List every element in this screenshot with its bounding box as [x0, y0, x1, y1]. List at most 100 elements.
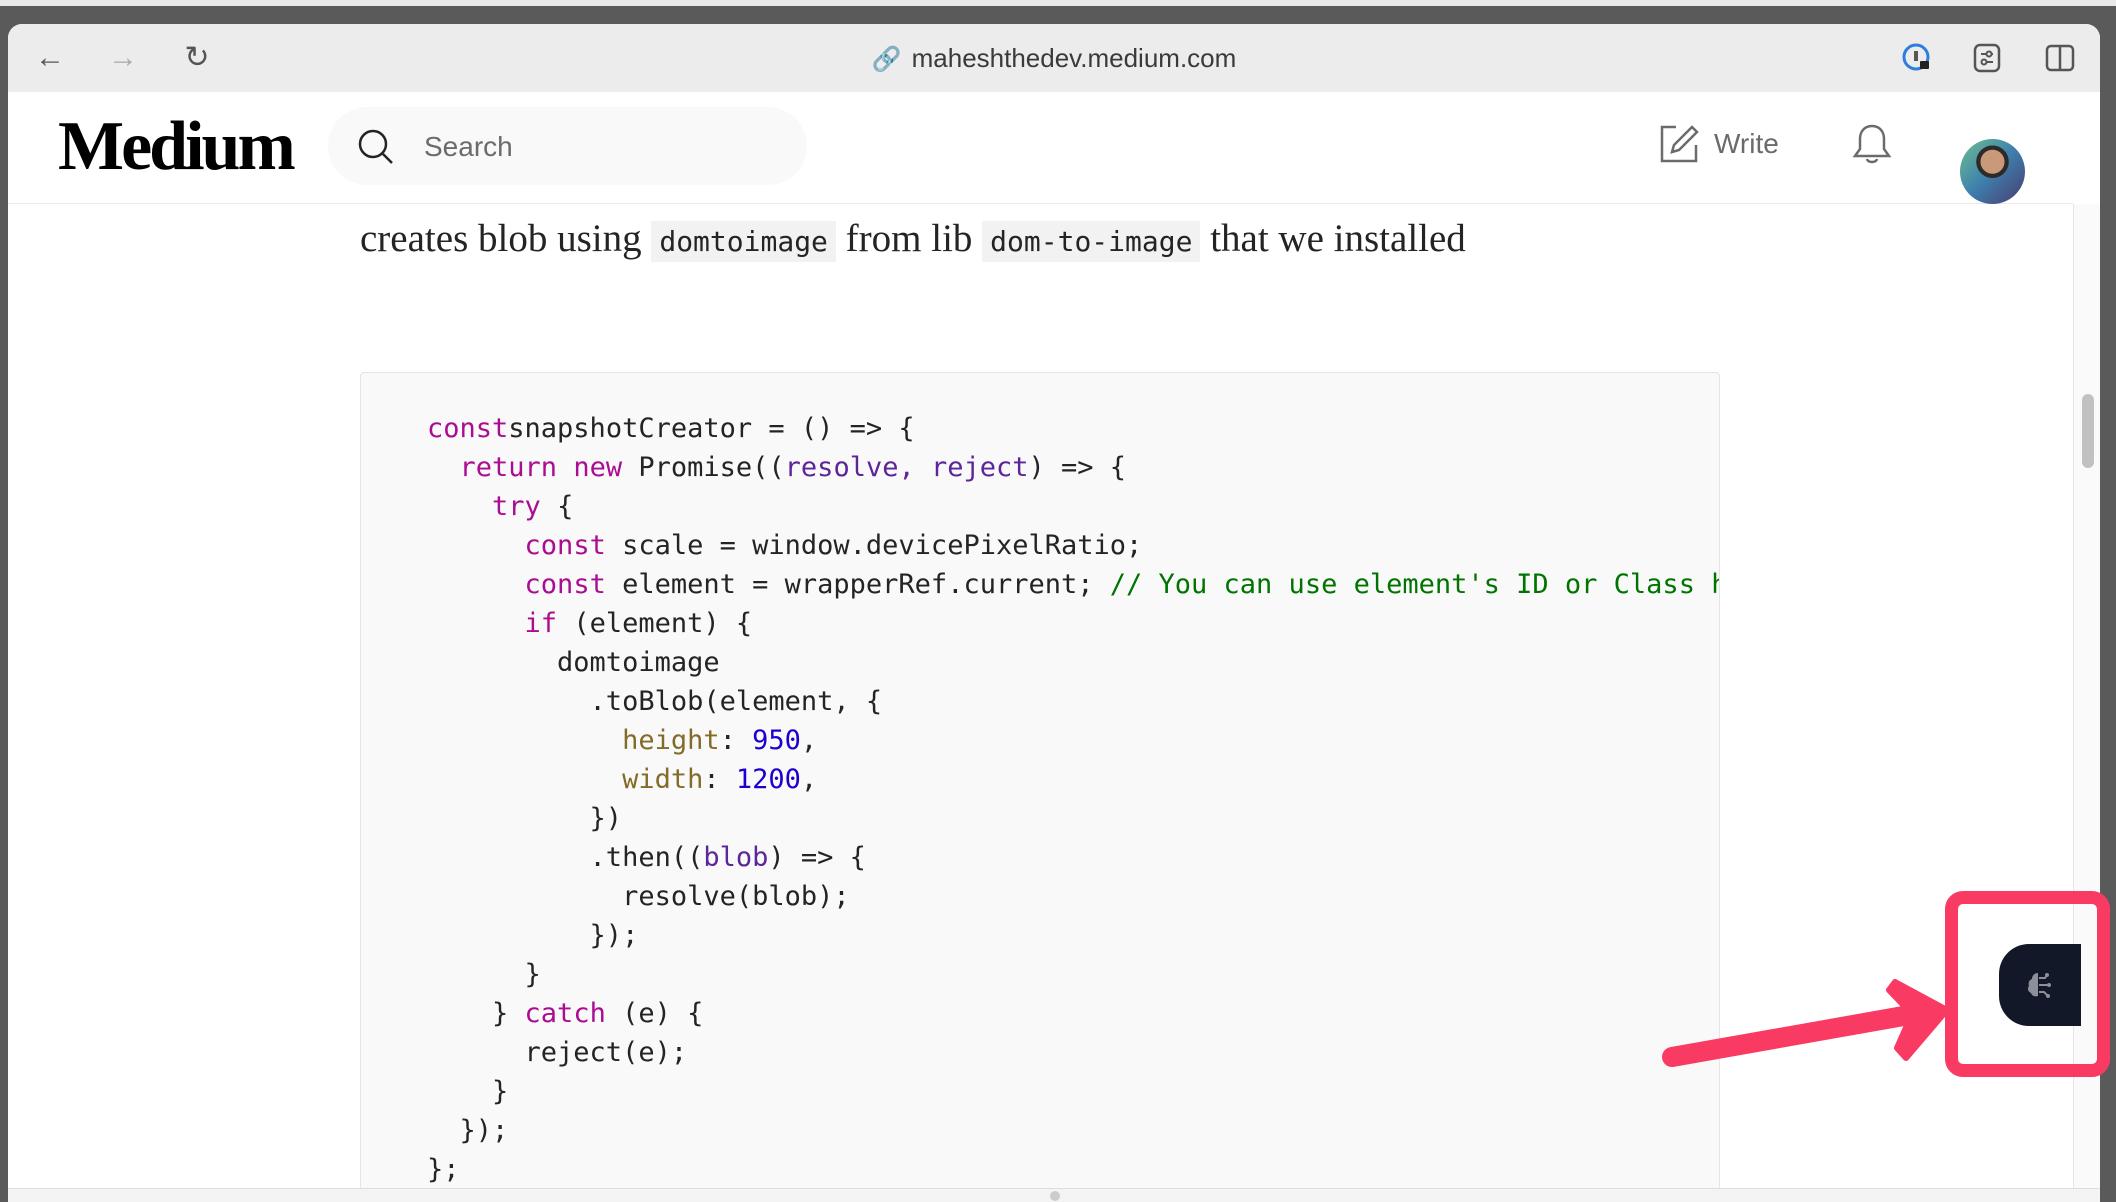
code-line: domtoimage	[427, 643, 1719, 682]
code-token: ) => {	[1028, 452, 1127, 483]
article-content: creates blob using domtoimage from lib d…	[8, 204, 2074, 1188]
code-token: if	[524, 608, 558, 639]
code-token: resolve, reject	[784, 452, 1029, 483]
code-line: width: 1200,	[427, 760, 1719, 799]
code-token: })	[427, 803, 623, 834]
code-token: (element) {	[557, 608, 753, 639]
browser-window: ← → ↻ 🔗 maheshthedev.medium.com Medium Se…	[8, 24, 2100, 1202]
code-token: ) => {	[768, 842, 866, 873]
code-token: catch	[524, 998, 606, 1029]
browser-toolbar: ← → ↻ 🔗 maheshthedev.medium.com	[8, 24, 2100, 92]
code-token: return	[459, 452, 558, 483]
code-line: .then((blob) => {	[427, 838, 1719, 877]
url-text: maheshthedev.medium.com	[911, 43, 1237, 73]
bottom-bar	[8, 1188, 2100, 1202]
code-token: snapshotCreator = () => {	[508, 413, 915, 444]
search-input[interactable]: Search	[328, 107, 807, 185]
code-content: constsnapshotCreator = () => { return ne…	[427, 409, 1720, 1188]
code-line: const element = wrapperRef.current; // Y…	[427, 565, 1720, 604]
medium-logo[interactable]: Medium	[58, 112, 296, 182]
search-placeholder: Search	[424, 131, 513, 162]
code-line: try {	[427, 487, 1719, 526]
scrollbar-thumb[interactable]	[2082, 394, 2094, 468]
code-line: }	[427, 955, 1719, 994]
para-text: from lib	[835, 217, 983, 260]
code-line: });	[427, 916, 1719, 955]
code-token: :	[703, 764, 736, 795]
code-token: .then((	[427, 842, 704, 873]
code-line: } catch (e) {	[427, 994, 1719, 1033]
code-token: }	[427, 959, 541, 990]
code-line: reject(e);	[427, 1033, 1719, 1072]
code-token: }	[427, 1076, 509, 1107]
code-token: }	[427, 998, 525, 1029]
code-token: 950	[752, 725, 801, 756]
inline-code: dom-to-image	[982, 221, 1201, 262]
code-token: const	[427, 413, 509, 444]
code-token: ,	[800, 725, 818, 756]
code-token: });	[427, 1115, 509, 1146]
code-token: height	[622, 725, 720, 756]
link-icon: 🔗	[871, 46, 902, 73]
code-token: reject(e);	[427, 1037, 688, 1068]
code-line: }	[427, 1072, 1719, 1111]
code-token: (e) {	[605, 998, 704, 1029]
code-token: width	[622, 764, 704, 795]
write-icon	[1660, 125, 1699, 163]
extensions-icon[interactable]	[1971, 42, 2003, 74]
highlight-box	[1945, 891, 2110, 1077]
search-icon	[358, 129, 393, 164]
screen-top-edge	[0, 0, 2116, 6]
code-token: :	[719, 725, 753, 756]
article-paragraph: creates blob using domtoimage from lib d…	[360, 216, 1466, 262]
code-token: .toBlob(element, {	[427, 686, 883, 717]
code-token: const	[524, 530, 606, 561]
address-bar[interactable]: 🔗 maheshthedev.medium.com	[8, 42, 2100, 76]
code-token: });	[427, 920, 639, 951]
password-manager-icon[interactable]	[1901, 42, 1933, 74]
write-button[interactable]: Write	[1658, 114, 1779, 174]
code-token: resolve(blob);	[427, 881, 850, 912]
code-token: Promise((	[622, 452, 785, 483]
code-line: if (element) {	[427, 604, 1719, 643]
code-line: height: 950,	[427, 721, 1719, 760]
bell-icon[interactable]	[1850, 122, 1894, 166]
code-token: scale = window.devicePixelRatio;	[605, 530, 1143, 561]
code-token: };	[427, 1154, 460, 1185]
code-token: element = wrapperRef.current;	[605, 569, 1110, 600]
code-line: const scale = window.devicePixelRatio;	[427, 526, 1719, 565]
code-token: const	[524, 569, 606, 600]
code-line: return new Promise((resolve, reject) => …	[427, 448, 1719, 487]
code-block: constsnapshotCreator = () => { return ne…	[360, 372, 1720, 1188]
resize-handle[interactable]	[1050, 1191, 1060, 1201]
code-line: resolve(blob);	[427, 877, 1719, 916]
code-line: .toBlob(element, {	[427, 682, 1719, 721]
code-line: };	[427, 1150, 1719, 1188]
code-token: {	[540, 491, 574, 522]
code-token: 1200	[735, 764, 801, 795]
sidebar-icon[interactable]	[2044, 42, 2076, 74]
code-token: blob	[703, 842, 769, 873]
code-line: })	[427, 799, 1719, 838]
medium-header: Medium Search Write	[8, 92, 2073, 204]
code-line: constsnapshotCreator = () => {	[427, 409, 1719, 448]
code-line: });	[427, 1111, 1719, 1150]
code-token: // You can use element's ID or Class her…	[1109, 569, 1720, 600]
code-token: domtoimage	[427, 647, 720, 678]
code-token: ,	[800, 764, 818, 795]
inline-code: domtoimage	[651, 221, 836, 262]
code-token: new	[573, 452, 623, 483]
para-text: creates blob using	[360, 217, 652, 260]
code-token: try	[492, 491, 541, 522]
avatar[interactable]	[1960, 139, 2025, 204]
para-text: that we installed	[1200, 217, 1466, 260]
write-label: Write	[1714, 128, 1779, 159]
